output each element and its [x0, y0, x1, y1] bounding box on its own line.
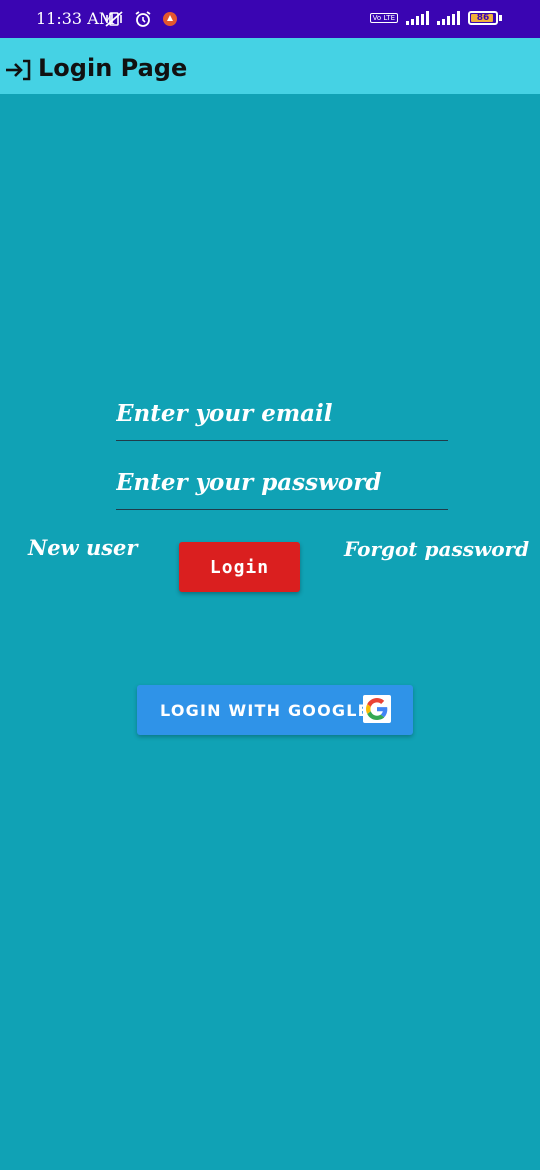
volte-icon: Vo LTE: [369, 13, 398, 23]
google-button-label: LOGIN WITH GOOGLE: [160, 700, 370, 720]
login-arrow-icon: [4, 59, 32, 85]
password-field[interactable]: [116, 469, 448, 504]
status-bar: 11:33 AM Vo LTE 86: [0, 0, 540, 38]
login-button[interactable]: Login: [179, 542, 300, 592]
forgot-password-link[interactable]: Forgot password: [344, 537, 529, 561]
signal-icon: [406, 11, 429, 25]
alarm-icon: [134, 10, 152, 32]
mute-vibrate-icon: [104, 10, 124, 32]
status-icons-left: [104, 10, 178, 32]
email-field[interactable]: [116, 400, 448, 435]
battery-level: 86: [476, 13, 490, 23]
google-g-icon: [363, 695, 391, 723]
login-with-google-button[interactable]: LOGIN WITH GOOGLE: [137, 685, 413, 735]
battery-icon: 86: [468, 11, 502, 25]
app-notification-icon: [162, 11, 178, 31]
email-field-wrapper: [116, 400, 448, 441]
status-icons-right: Vo LTE 86: [369, 11, 502, 25]
app-bar: Login Page: [0, 38, 540, 94]
signal-icon: [437, 11, 460, 25]
password-field-wrapper: [116, 469, 448, 510]
page-title: Login Page: [38, 54, 188, 82]
new-user-link[interactable]: New user: [28, 535, 137, 560]
